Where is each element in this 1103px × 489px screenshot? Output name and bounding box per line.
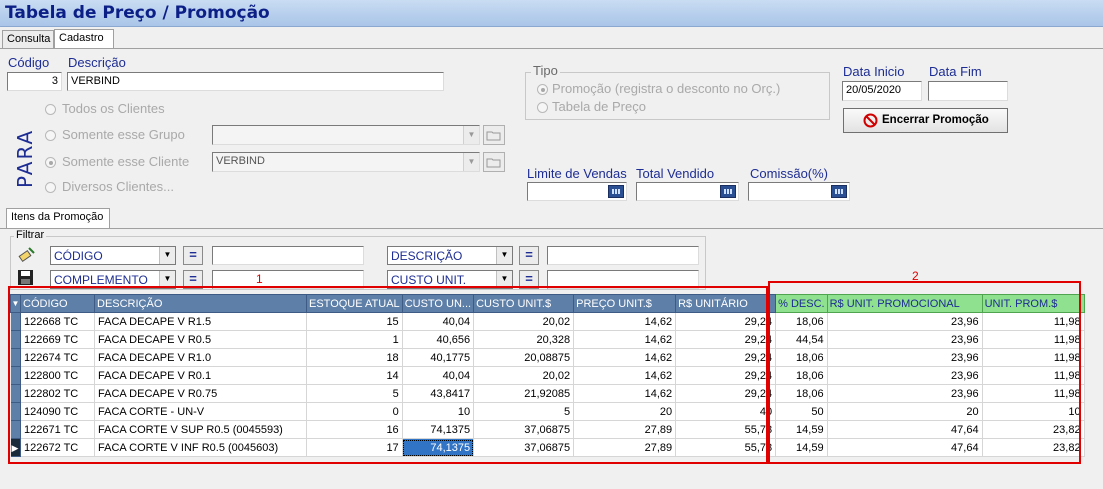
radio-diversos[interactable] [45,182,56,193]
filter-field-1-value: CÓDIGO [54,249,103,263]
tab-cadastro[interactable]: Cadastro [54,29,114,49]
descricao-label: Descrição [68,55,126,70]
radio-tabela-preco[interactable] [537,102,548,113]
radio-todos-label: Todos os Clientes [62,101,165,116]
filter-field-1[interactable]: CÓDIGO ▼ [50,246,176,265]
itens-tab-divider [0,228,1103,229]
encerrar-promocao-label: Encerrar Promoção [882,114,989,126]
tipo-label-wrap: Tipo [531,63,560,78]
window-title: Tabela de Preço / Promoção [5,3,270,23]
chevron-down-icon: ▼ [463,153,479,171]
folder-open-button[interactable] [483,125,505,145]
tab-itens-promocao[interactable]: Itens da Promoção [6,208,110,228]
codigo-label: Código [8,55,50,70]
filter-value-1[interactable] [212,246,364,265]
calculator-icon[interactable] [831,185,847,198]
limite-vendas-label: Limite de Vendas [527,166,627,181]
cliente-select[interactable]: VERBIND ▼ [212,152,480,172]
codigo-input[interactable]: 3 [7,72,62,91]
folder-open-button[interactable] [483,152,505,172]
chevron-down-icon: ▼ [463,126,479,144]
para-vertical-label: PARA [13,129,37,188]
save-icon [18,270,33,285]
tipo-label: Tipo [533,63,558,78]
tab-divider [0,48,1103,49]
folder-icon [486,131,501,141]
chevron-down-icon: ▼ [496,247,512,264]
title-bar: Tabela de Preço / Promoção [0,0,1103,27]
filtrar-label: Filtrar [14,229,47,241]
folder-icon [486,158,501,168]
filter-field-4-value: CUSTO UNIT. [391,273,467,287]
radio-grupo-label: Somente esse Grupo [62,127,185,142]
cliente-select-value: VERBIND [216,155,265,167]
grupo-select[interactable]: ▼ [212,125,480,145]
radio-promocao-label: Promoção (registra o desconto no Orç.) [552,81,781,96]
comissao-input[interactable] [748,182,850,201]
total-vendido-input[interactable] [636,182,739,201]
tab-consulta[interactable]: Consulta [2,30,54,48]
radio-todos[interactable] [45,104,56,115]
equals-button[interactable]: = [519,246,539,265]
filter-value-2[interactable] [547,246,699,265]
annotation-box-2 [768,281,1081,464]
descricao-input[interactable]: VERBIND [67,72,444,91]
radio-tabela-preco-label: Tabela de Preço [552,99,646,114]
data-inicio-input[interactable]: 20/05/2020 [842,81,922,101]
radio-cliente-label: Somente esse Cliente [62,154,190,169]
para-label-box: PARA [10,122,40,192]
svg-text:PARA: PARA [13,129,37,188]
annotation-box-1 [8,286,768,464]
eraser-icon [18,247,35,263]
radio-cliente[interactable] [45,157,56,168]
radio-diversos-label: Diversos Clientes... [62,179,174,194]
data-fim-input[interactable] [928,81,1008,101]
data-inicio-label: Data Inicio [843,64,905,79]
calculator-icon[interactable] [608,185,624,198]
total-vendido-label: Total Vendido [636,166,715,181]
annotation-number-1: 1 [256,272,263,286]
encerrar-promocao-button[interactable]: Encerrar Promoção [843,108,1008,133]
no-entry-icon [863,113,878,128]
radio-promocao[interactable] [537,84,548,95]
comissao-label: Comissão(%) [750,166,829,181]
filter-clear-button[interactable] [17,245,39,265]
filter-field-2[interactable]: DESCRIÇÃO ▼ [387,246,513,265]
filter-field-3-value: COMPLEMENTO [54,273,148,287]
filter-field-2-value: DESCRIÇÃO [391,249,463,263]
radio-grupo[interactable] [45,130,56,141]
limite-vendas-input[interactable] [527,182,627,201]
data-fim-label: Data Fim [929,64,982,79]
chevron-down-icon: ▼ [159,247,175,264]
calculator-icon[interactable] [720,185,736,198]
equals-button[interactable]: = [183,246,203,265]
